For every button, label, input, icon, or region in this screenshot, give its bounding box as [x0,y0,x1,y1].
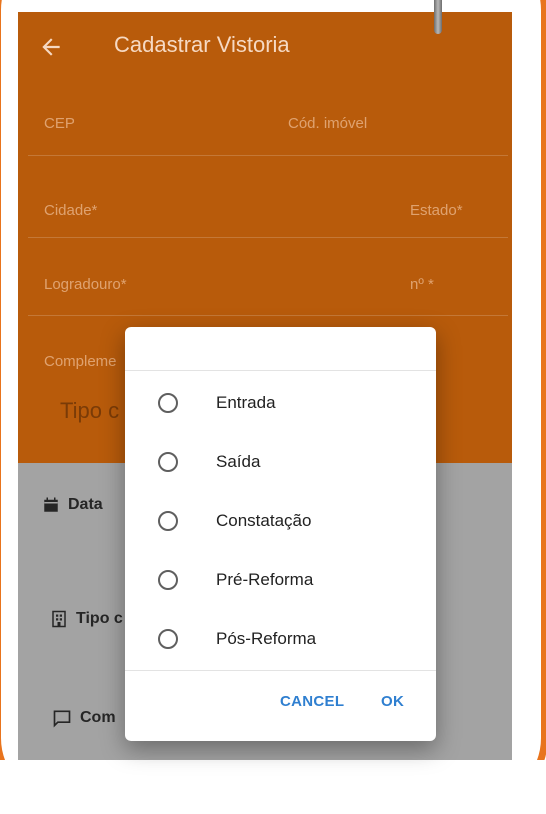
divider [28,155,508,156]
bottom-bezel [0,760,546,814]
option-label: Entrada [216,393,276,412]
option-label: Pós-Reforma [216,629,317,648]
dialog-top-divider [125,370,436,371]
radio-unchecked-icon[interactable] [158,511,178,531]
numero-field[interactable]: nº * [410,276,434,293]
cod-imovel-field[interactable]: Cód. imóvel [288,115,367,132]
estado-field[interactable]: Estado* [410,202,463,219]
radio-unchecked-icon[interactable] [158,629,178,649]
option-label: Saída [216,452,261,471]
option-label: Constatação [216,511,312,530]
building-icon [52,610,66,628]
dialog-bottom-divider [125,670,436,671]
logradouro-field[interactable]: Logradouro* [44,276,127,293]
ok-button[interactable]: OK [381,693,404,710]
radio-unchecked-icon[interactable] [158,393,178,413]
radio-unchecked-icon[interactable] [158,570,178,590]
option-label: Pré-Reforma [216,570,314,589]
option-constatacao[interactable]: Constatação [125,493,436,549]
page-title: Cadastrar Vistoria [114,32,290,57]
option-pos-reforma[interactable]: Pós-Reforma [125,611,436,667]
divider [28,237,508,238]
cep-field[interactable]: CEP [44,115,75,132]
divider [28,315,508,316]
complemento-field[interactable]: Compleme [44,353,117,370]
option-saida[interactable]: Saída [125,434,436,490]
option-pre-reforma[interactable]: Pré-Reforma [125,552,436,608]
tipo-item-label: Tipo c [76,610,123,627]
calendar-icon [44,497,58,512]
radio-unchecked-icon[interactable] [158,452,178,472]
option-entrada[interactable]: Entrada [125,375,436,431]
tipo-selection-dialog: Entrada Saída Constatação Pré-Reforma Pó… [125,327,436,741]
tipo-label: Tipo c [60,398,120,423]
cancel-button[interactable]: CANCEL [280,693,344,710]
tipo-item[interactable]: Tipo c [50,609,123,629]
comentario-label: Com [80,709,116,726]
comentario-item[interactable]: Com [52,708,116,728]
arrow-left-icon[interactable] [38,34,64,60]
data-item[interactable]: Data [42,496,103,514]
cidade-field[interactable]: Cidade* [44,202,97,219]
data-label: Data [68,496,103,513]
comment-icon [53,710,71,728]
stylus-decoration [434,0,442,34]
